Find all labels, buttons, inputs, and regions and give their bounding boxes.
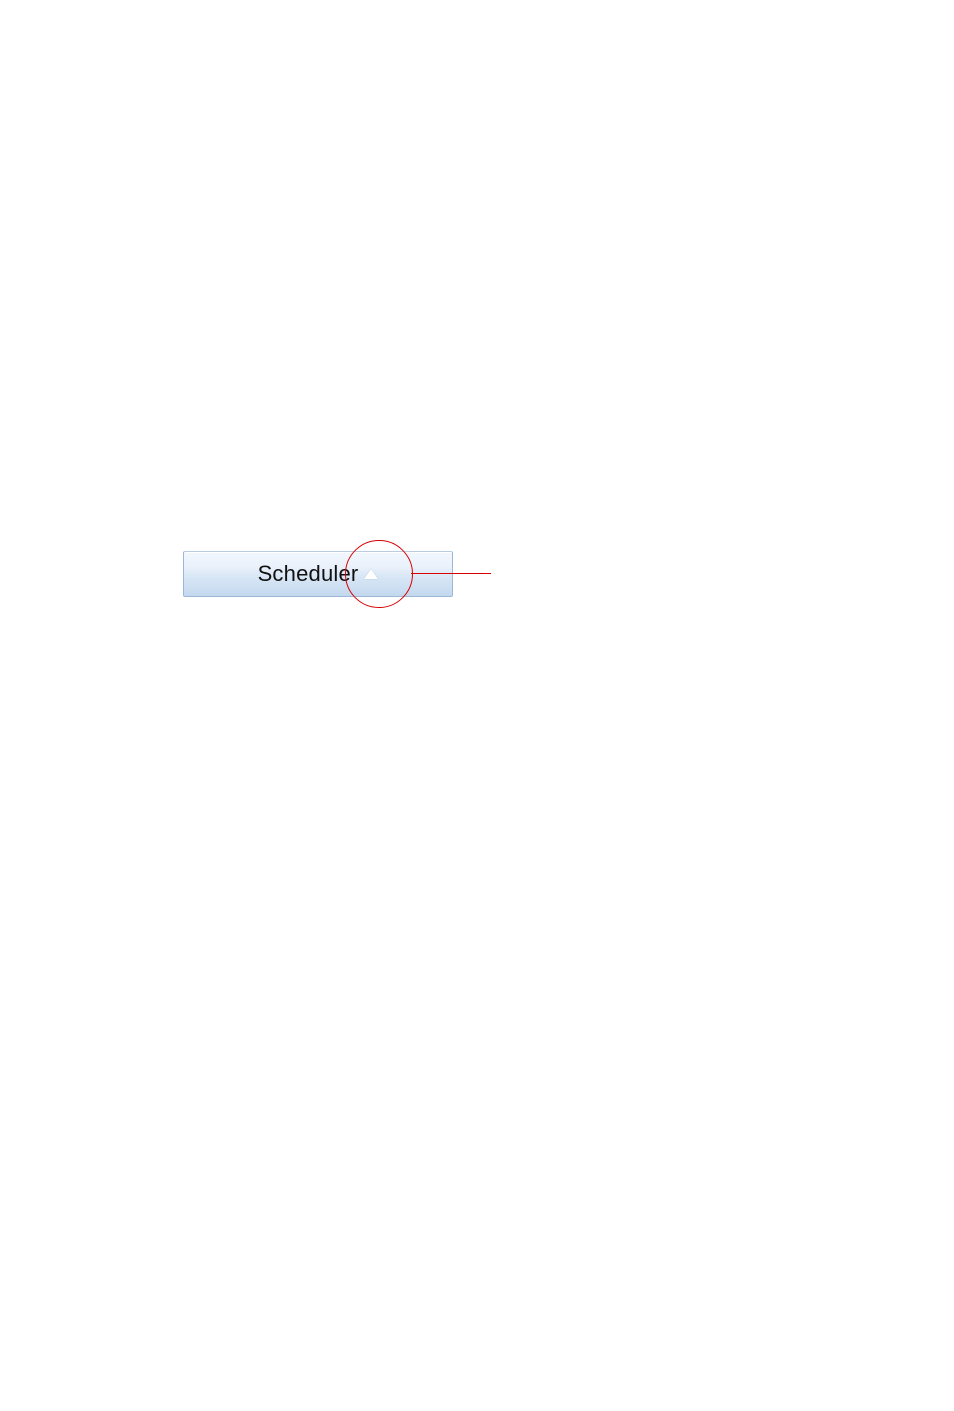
scheduler-column-header[interactable]: Scheduler (183, 551, 453, 597)
scheduler-header-label: Scheduler (258, 563, 359, 585)
sort-ascending-icon (364, 569, 378, 579)
canvas: Scheduler (0, 0, 954, 1411)
